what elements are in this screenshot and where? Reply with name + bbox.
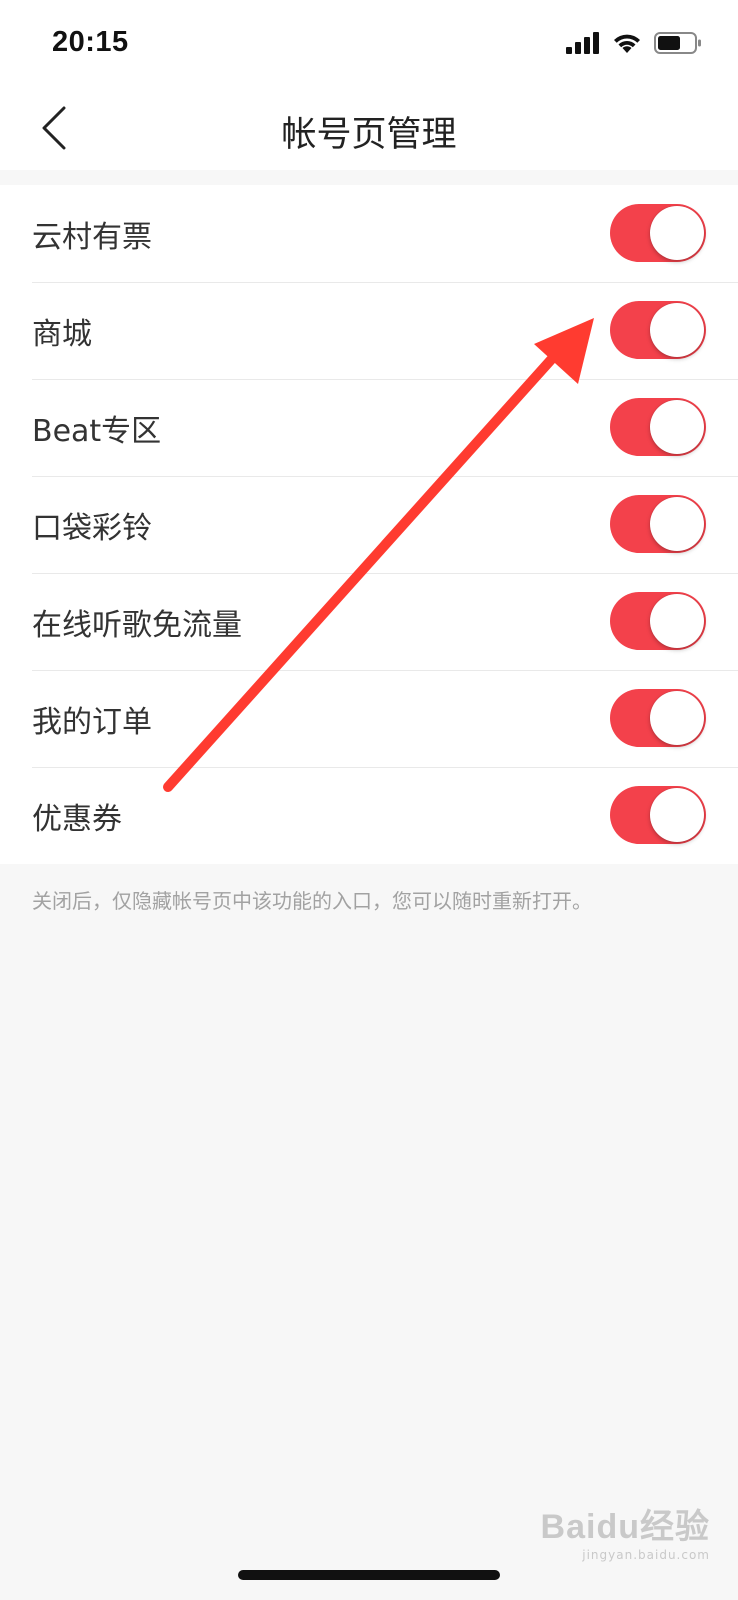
setting-label: 在线听歌免流量 — [32, 607, 242, 643]
setting-row-coupons: 优惠券 — [0, 767, 738, 864]
status-bar: 20:15 — [0, 0, 738, 88]
setting-label: 云村有票 — [32, 219, 152, 255]
setting-row-yuncun-tickets: 云村有票 — [0, 185, 738, 282]
home-indicator[interactable] — [238, 1570, 500, 1580]
toggle-knob — [650, 206, 704, 260]
toggle-knob — [650, 497, 704, 551]
settings-list: 云村有票 商城 Beat专区 口袋彩铃 在线听歌免流量 我的订单 优惠券 — [0, 185, 738, 864]
toggle-pocket-ringtone[interactable] — [610, 495, 706, 553]
toggle-free-data-streaming[interactable] — [610, 592, 706, 650]
toggle-yuncun-tickets[interactable] — [610, 204, 706, 262]
toggle-knob — [650, 594, 704, 648]
nav-bar: 帐号页管理 — [0, 88, 738, 170]
signal-icon — [566, 32, 600, 58]
toggle-beat-zone[interactable] — [610, 398, 706, 456]
baidu-watermark: Baidu经验 jingyan.baidu.com — [541, 1499, 710, 1562]
setting-row-my-orders: 我的订单 — [0, 670, 738, 767]
settings-footnote: 关闭后，仅隐藏帐号页中该功能的入口，您可以随时重新打开。 — [32, 889, 592, 913]
setting-label: 商城 — [32, 316, 92, 352]
battery-icon — [654, 31, 702, 59]
toggle-my-orders[interactable] — [610, 689, 706, 747]
watermark-logo: Baidu经验 — [540, 1508, 710, 1546]
toggle-mall[interactable] — [610, 301, 706, 359]
setting-row-mall: 商城 — [0, 282, 738, 379]
setting-row-free-data-streaming: 在线听歌免流量 — [0, 573, 738, 670]
toggle-knob — [650, 788, 704, 842]
status-time: 20:15 — [52, 26, 129, 58]
watermark-url: jingyan.baidu.com — [582, 1548, 710, 1562]
wifi-icon — [612, 32, 642, 58]
toggle-knob — [650, 303, 704, 357]
toggle-coupons[interactable] — [610, 786, 706, 844]
toggle-knob — [650, 400, 704, 454]
page-title: 帐号页管理 — [281, 115, 457, 155]
setting-row-beat-zone: Beat专区 — [0, 379, 738, 476]
setting-label: Beat专区 — [32, 413, 162, 449]
setting-label: 口袋彩铃 — [32, 510, 152, 546]
toggle-knob — [650, 691, 704, 745]
setting-label: 优惠券 — [32, 801, 122, 837]
setting-label: 我的订单 — [32, 704, 152, 740]
status-icons — [566, 30, 702, 60]
setting-row-pocket-ringtone: 口袋彩铃 — [0, 476, 738, 573]
